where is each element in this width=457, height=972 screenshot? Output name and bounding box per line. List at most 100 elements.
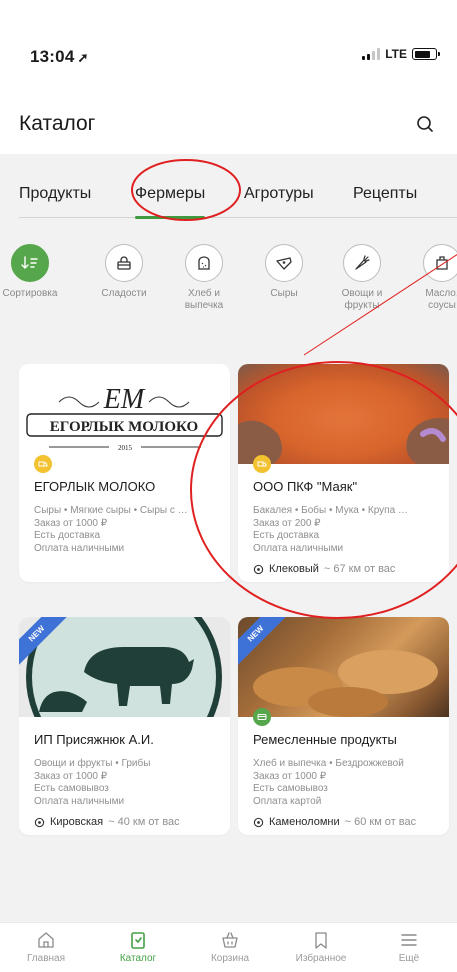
status-bar: 13:04 ➚ LTE [0,0,457,90]
card-payment-badge-icon [253,708,271,726]
category-label: Сладости [101,288,147,299]
nav-catalog[interactable]: Каталог [98,929,178,964]
category-cheese[interactable]: Сыры [246,244,322,300]
home-icon [38,932,54,948]
nav-label: Каталог [119,953,157,964]
category-bread[interactable]: Хлеб и выпечка [166,244,242,312]
category-sweets[interactable]: Сладости [86,244,162,300]
farmer-details: Бакалея • Бобы • Мука • Крупа … Заказ от… [253,505,441,555]
app-header: Каталог [0,100,457,150]
catalog-tabs: Продукты Фермеры Агротуры Рецепты [19,154,457,219]
farmer-logo: ЕМ ЕГОРЛЫК МОЛОКО 2015 [19,364,230,464]
bread-icon [185,244,223,282]
search-icon[interactable] [415,114,435,134]
nav-home[interactable]: Главная [6,929,86,964]
farmer-card[interactable]: NEW Ремесленные продукты Хлеб и выпечка … [238,617,449,835]
farmer-card[interactable]: ЕМ ЕГОРЛЫК МОЛОКО 2015 ЕГОРЛЫК МОЛОКО Сы… [19,364,230,582]
farmer-payment: Оплата наличными [253,542,344,554]
catalog-content[interactable]: Продукты Фермеры Агротуры Рецепты Сортир… [0,154,457,924]
category-sort[interactable]: Сортировка [0,244,68,300]
farmer-delivery: Есть самовывоз [253,783,328,794]
farmer-tags: Хлеб и выпечка • Бездрожжевой [253,758,404,769]
farmer-card[interactable]: NEW ИП Присяжнюк А.И. Овощи и фрукты • Г… [19,617,230,835]
farmer-min-order: Заказ от 1000 ₽ [34,517,108,529]
location-distance: ~ 60 км от вас [344,816,417,828]
farmer-payment: Оплата наличными [34,542,125,554]
nav-favorites[interactable]: Избранное [281,929,361,964]
tab-recipes[interactable]: Рецепты [353,185,417,203]
location-name: Клековый [269,563,319,575]
tab-farmers[interactable]: Фермеры [135,185,206,219]
farmer-delivery: Есть доставка [34,530,101,541]
farmer-photo: NEW [19,617,230,717]
network-type: LTE [385,47,407,61]
location-pin-icon [253,817,264,827]
sort-icon [11,244,49,282]
farmer-details: Сыры • Мягкие сыры • Сыры с … Заказ от 1… [34,505,222,555]
menu-icon [401,934,417,946]
farmer-details: Хлеб и выпечка • Бездрожжевой Заказ от 1… [253,758,441,808]
nav-label: Избранное [295,953,347,964]
location-pin-icon [253,564,264,574]
farmer-payment: Оплата картой [253,795,322,807]
farmer-name: ИП Присяжнюк А.И. [34,732,154,747]
category-label: Овощи и фрукты [341,288,383,311]
cheese-icon [265,244,303,282]
farmer-tags: Овощи и фрукты • Грибы [34,758,151,769]
location-arrow-icon: ➚ [77,50,89,65]
signal-icon [362,48,381,60]
page-title: Каталог [19,112,96,135]
category-label: Масло, соусы [425,288,457,311]
nav-more[interactable]: Ещё [369,929,449,964]
logo-text: ЕГОРЛЫК МОЛОКО [50,419,198,435]
battery-icon [412,48,440,60]
logo-monogram: ЕМ [103,384,146,415]
delivery-badge-icon [253,455,271,473]
nav-label: Ещё [398,953,420,964]
farmer-tags: Сыры • Мягкие сыры • Сыры с … [34,505,188,516]
status-right: LTE [362,47,440,61]
category-filters: Сортировка Сладости Хлеб и выпечка Сыры … [0,244,457,354]
farmer-location: Кировская ~ 40 км от вас [34,816,180,828]
farmer-details: Овощи и фрукты • Грибы Заказ от 1000 ₽ Е… [34,758,222,808]
category-label: Сыры [270,288,298,299]
nav-label: Главная [26,953,66,964]
farmer-min-order: Заказ от 1000 ₽ [253,770,327,782]
carrot-icon [343,244,381,282]
location-distance: ~ 67 км от вас [323,563,396,575]
farmer-name: ООО ПКФ "Маяк" [253,479,358,494]
farmer-photo [238,364,449,464]
category-label: Сортировка [2,288,58,299]
category-vegetables[interactable]: Овощи и фрукты [324,244,400,312]
catalog-icon [131,932,145,949]
farmer-min-order: Заказ от 1000 ₽ [34,770,108,782]
bottom-navigation: Главная Каталог Корзина Избранное Ещё [0,922,457,972]
oil-icon [423,244,457,282]
farmer-name: Ремесленные продукты [253,732,397,747]
bookmark-icon [315,932,327,949]
farmer-photo: NEW [238,617,449,717]
location-distance: ~ 40 км от вас [108,816,180,828]
nav-basket[interactable]: Корзина [190,929,270,964]
farmer-card[interactable]: ООО ПКФ "Маяк" Бакалея • Бобы • Мука • К… [238,364,449,582]
farmer-location: Клековый ~ 67 км от вас [253,563,395,575]
logo-year: 2015 [118,444,133,452]
basket-icon [222,932,238,948]
cake-icon [105,244,143,282]
location-name: Каменоломни [269,816,340,828]
farmer-tags: Бакалея • Бобы • Мука • Крупа … [253,505,408,516]
farmer-payment: Оплата наличными [34,795,125,807]
category-oil[interactable]: Масло, соусы [404,244,457,312]
location-name: Кировская [50,816,104,828]
farmer-location: Каменоломни ~ 60 км от вас [253,816,416,828]
nav-label: Корзина [210,953,250,964]
category-label: Хлеб и выпечка [184,288,224,311]
status-time: 13:04 ➚ [30,47,89,66]
farmer-delivery: Есть самовывоз [34,783,109,794]
location-pin-icon [34,817,45,827]
tab-products[interactable]: Продукты [19,185,91,203]
farmer-name: ЕГОРЛЫК МОЛОКО [34,479,156,494]
delivery-badge-icon [34,455,52,473]
farmer-min-order: Заказ от 200 ₽ [253,517,321,529]
tab-agrotours[interactable]: Агротуры [244,185,314,203]
